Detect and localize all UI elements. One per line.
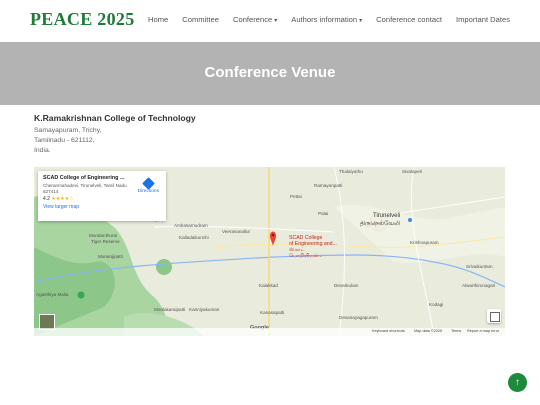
map-place-label: Moolakaraipatti [154,307,186,312]
embedded-map[interactable]: SCAD College of Engineering ... Cheranma… [34,167,505,336]
nav-contact-label: Conference contact [376,15,442,24]
map-place-label: திருநெல்வேலி [360,221,401,227]
nav-home-label: Home [148,15,169,24]
terms-link[interactable]: Terms [451,329,461,333]
map-place-label: Kanniyakumari [189,307,220,312]
nav-conference-label: Conference [232,15,273,24]
map-footer: Keyboard shortcuts Map data ©2025 Terms … [34,328,505,336]
nav-authors-label: Authors information [291,15,358,24]
nav-dates-label: Important Dates [456,15,511,24]
map-place-label: Agasthiya Malai [36,292,69,297]
map-place-label: Srivaikuntam [466,264,493,269]
pin-label-line: பொறியியல்... [289,253,323,259]
nav-authors-information[interactable]: Authors information ▾ [291,15,362,24]
venue-address: Samayapuram, Trichy, Tamilnadu - 621112,… [34,126,196,156]
keyboard-shortcuts-link[interactable]: Keyboard shortcuts [372,329,405,333]
map-place-label: Kanasapatti [260,310,285,315]
map-place-label: Thalaiyuthu [339,169,363,174]
map-place-label: Krishnapuram [410,240,439,245]
map-place-label: Tirunelveli [373,213,401,219]
directions-button[interactable]: Directions [138,177,159,194]
place-info-card: SCAD College of Engineering ... Cheranma… [38,171,166,221]
map-place-label: Ambasamudram [174,223,208,228]
arrow-up-icon: ↑ [515,377,520,388]
nav-conference-contact[interactable]: Conference contact [376,15,442,24]
nav-home[interactable]: Home [148,15,168,24]
chevron-down-icon: ▾ [274,18,278,24]
map-place-label: Palai [318,211,329,216]
report-map-error-link[interactable]: Report a map error [467,329,499,333]
map-place-label: Alwarthirunagari [462,283,496,288]
nav-important-dates[interactable]: Important Dates [456,15,510,24]
scroll-to-top-button[interactable]: ↑ [508,373,527,392]
view-larger-map-link[interactable]: View larger map [43,204,161,210]
address-line: Tamilnadu - 621112, [34,137,95,144]
main-menu: Home Committee Conference ▾ Authors infor… [148,15,524,24]
map-place-label: Ramayanpatti [314,183,343,188]
map-place-label: Munanjipatti [98,254,123,259]
rating-value: 4.2 [43,196,50,202]
nav-committee-label: Committee [182,15,219,24]
address-line: Samayapuram, Trichy, [34,127,102,134]
map-place-label: Sivalaperi [402,169,423,174]
page-title: Conference Venue [204,64,336,81]
nav-conference[interactable]: Conference ▾ [233,15,277,24]
rating-stars: ★★★★☆ [51,196,74,202]
place-rating: 4.2 ★★★★☆ [43,196,161,202]
map-pin-label[interactable]: SCAD College of Engineering and... ஸ்காட… [289,235,337,259]
chevron-down-icon: ▾ [359,18,363,24]
page-banner: Conference Venue [0,42,540,105]
map-place-label: Devarkulam [334,283,359,288]
map-place-label: Kalakkad [259,283,278,288]
map-place-label: Pettai [290,194,302,199]
place-address: Cheranmahadevi, Tirunelveli, Tamil Nadu … [43,183,127,194]
top-navbar: PEACE 2025 Home Committee Conference ▾ Au… [0,0,540,42]
map-place-label: Kalladaikurichi [179,235,209,240]
address-line: India. [34,147,51,154]
map-place-label: Kodagi [429,302,444,307]
directions-icon [141,177,155,190]
map-data-label: Map data ©2025 [414,329,443,333]
fullscreen-icon[interactable] [487,309,501,323]
site-logo[interactable]: PEACE 2025 [30,9,135,30]
venue-name: K.Ramakrishnan College of Technology [34,113,196,123]
map-place-label: Devanayagapuram [339,315,378,320]
nav-committee[interactable]: Committee [182,15,219,24]
map-place-label: Mundanthurai [89,233,118,238]
map-place-label: Tiger Reserve [91,239,120,244]
venue-info: K.Ramakrishnan College of Technology Sam… [34,113,196,156]
map-place-label: Veeravanallur [222,229,251,234]
